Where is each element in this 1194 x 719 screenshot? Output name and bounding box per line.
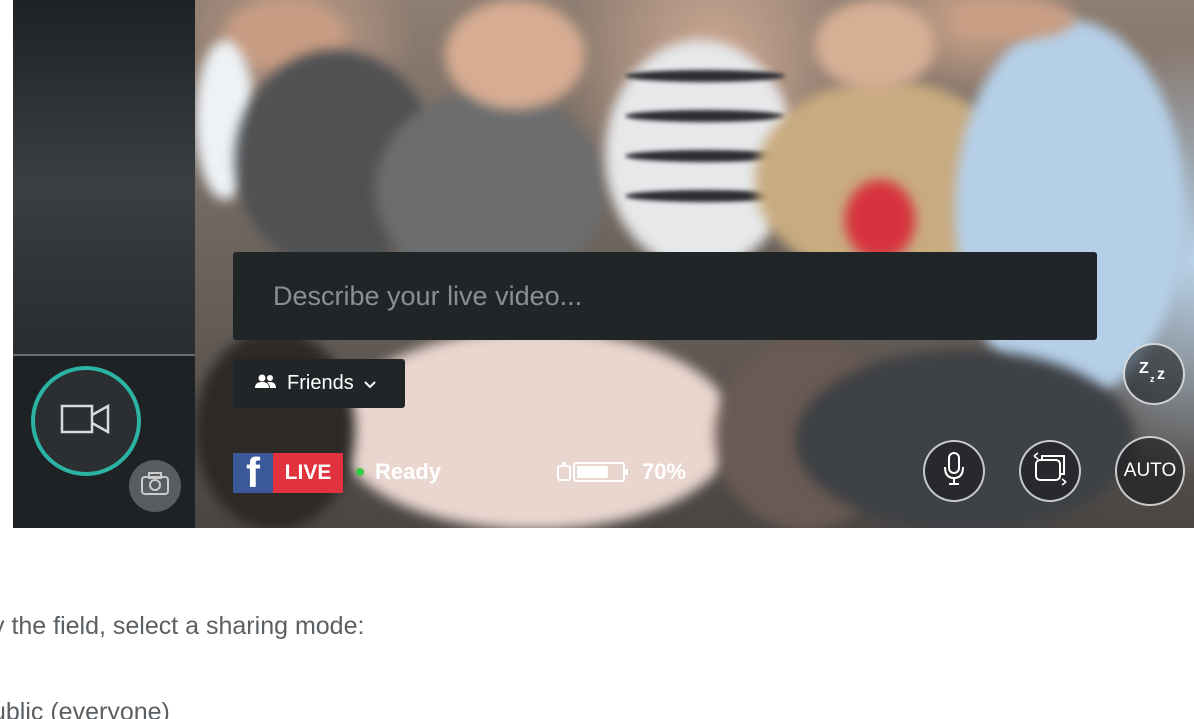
status-text: Ready <box>375 459 442 484</box>
svg-text:Z: Z <box>1139 360 1149 377</box>
friends-icon <box>255 372 277 395</box>
switch-camera-button[interactable] <box>1019 440 1081 502</box>
sleep-button[interactable]: Z z z <box>1123 343 1185 405</box>
battery-percent: 70% <box>642 459 687 484</box>
chevron-down-icon <box>363 372 376 395</box>
status-indicator-dot <box>356 468 364 476</box>
live-badge: LIVE <box>273 453 343 493</box>
take-photo-button[interactable] <box>129 460 181 512</box>
audience-label: Friends <box>287 372 354 394</box>
facebook-icon: f <box>233 453 273 493</box>
switch-camera-icon <box>1032 451 1068 491</box>
article-line-2: ublic (everyone) <box>0 698 170 719</box>
audience-selector[interactable]: Friends <box>233 359 405 408</box>
battery-indicator <box>557 459 637 485</box>
sleep-icon: Z z z <box>1137 357 1171 392</box>
microphone-button[interactable] <box>923 440 985 502</box>
svg-text:z: z <box>1157 366 1165 383</box>
photo-camera-icon <box>140 471 170 501</box>
auto-mode-button[interactable]: AUTO <box>1115 436 1185 506</box>
battery-icon <box>557 462 633 489</box>
svg-text:z: z <box>1150 374 1155 384</box>
article-line-1: y the field, select a sharing mode: <box>0 612 365 640</box>
live-description-box[interactable] <box>233 252 1097 340</box>
record-video-button[interactable] <box>31 366 141 476</box>
live-description-input[interactable] <box>273 252 1097 340</box>
microphone-icon <box>941 451 967 492</box>
video-camera-icon <box>60 402 112 441</box>
